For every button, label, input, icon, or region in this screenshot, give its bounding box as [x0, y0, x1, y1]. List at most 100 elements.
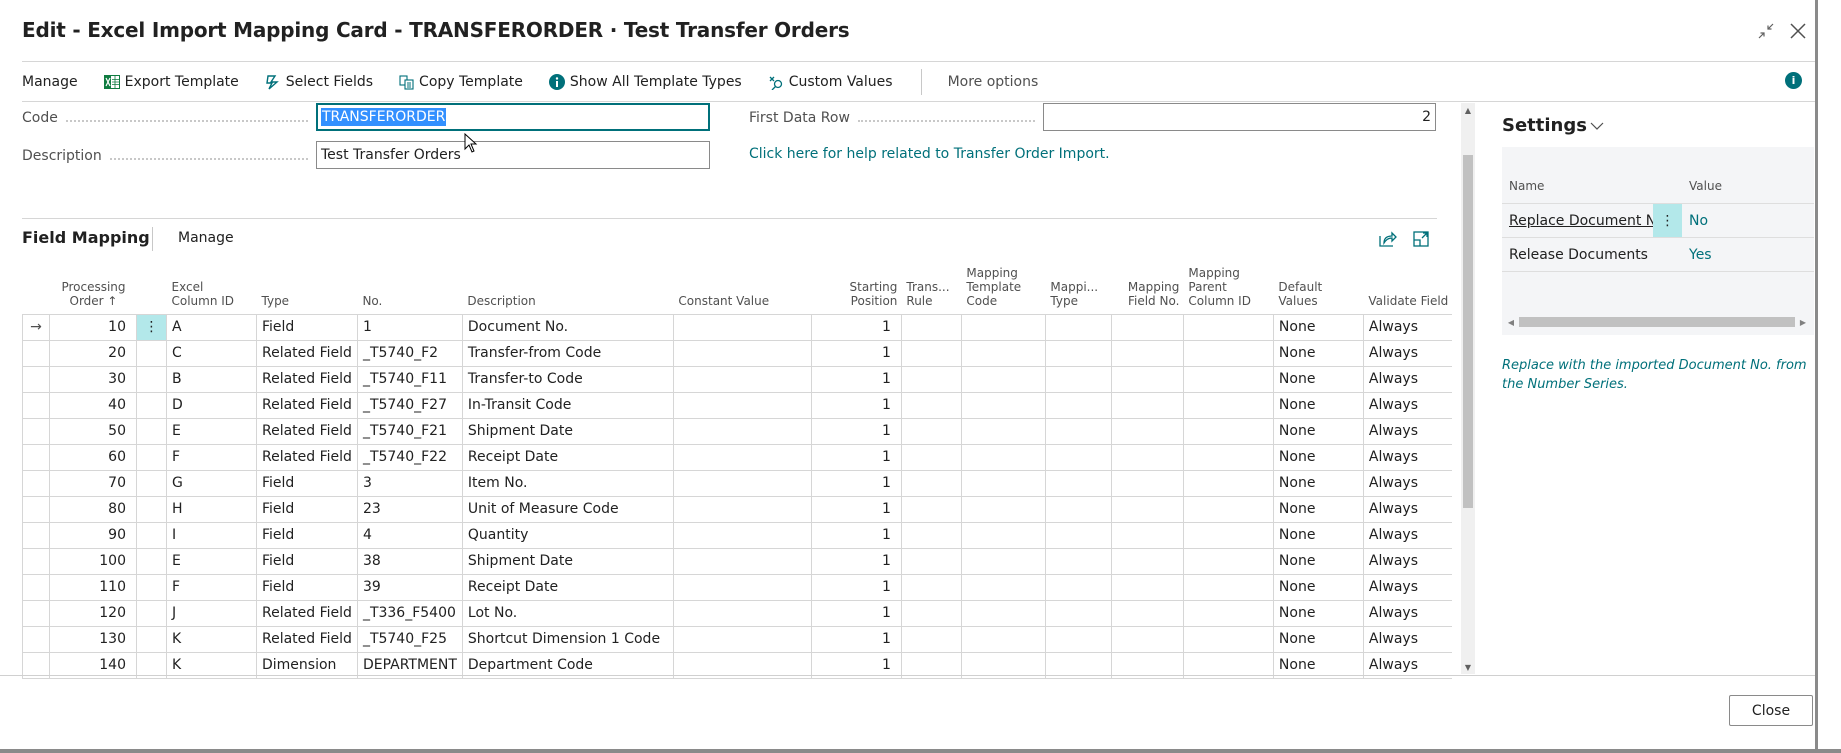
cell-mapping-template-code[interactable] [960, 600, 1046, 627]
cell-starting-position[interactable]: 1 [810, 340, 902, 367]
cell-starting-position[interactable]: 1 [810, 574, 902, 601]
cell-trans-rule[interactable] [900, 496, 962, 523]
cell-excel-column-id[interactable]: G [166, 470, 257, 497]
cell-validate-field[interactable]: Always [1362, 314, 1453, 341]
cell-starting-position[interactable]: 1 [810, 600, 902, 627]
cell-default-values[interactable]: None [1272, 470, 1364, 497]
cell-validate-field[interactable]: Always [1362, 470, 1453, 497]
cell-type[interactable]: Field [256, 314, 358, 341]
cell-starting-position[interactable]: 1 [810, 444, 902, 471]
cell-processing-order[interactable]: 100 [49, 548, 137, 575]
manage-menu[interactable]: Manage [22, 74, 78, 90]
cell-description[interactable]: Shipment Date [461, 548, 674, 575]
cell-mapping-type[interactable] [1044, 600, 1112, 627]
cell-trans-rule[interactable] [900, 366, 962, 393]
export-template-button[interactable]: Export Template [103, 74, 239, 90]
cell-mapping-parent-column-id[interactable] [1182, 366, 1274, 393]
table-row[interactable]: → 10 ⋮ A Field 1 Document No. 1 None Always [22, 314, 1453, 341]
cell-processing-order[interactable]: 10 [49, 314, 137, 341]
column-header-processing-order[interactable]: Processing Order ↑ [49, 258, 137, 315]
cell-mapping-type[interactable] [1044, 626, 1112, 653]
cell-mapping-parent-column-id[interactable] [1182, 340, 1274, 367]
cell-no[interactable]: _T5740_F2 [356, 340, 463, 367]
cell-trans-rule[interactable] [900, 340, 962, 367]
cell-no[interactable]: _T336_F5400 [356, 600, 463, 627]
select-fields-button[interactable]: Select Fields [265, 74, 373, 90]
cell-default-values[interactable]: None [1272, 418, 1364, 445]
cell-no[interactable]: 39 [356, 574, 463, 601]
scroll-left-arrow-icon[interactable]: ◀ [1504, 315, 1518, 329]
cell-excel-column-id[interactable]: A [166, 314, 257, 341]
row-actions-cell[interactable] [136, 626, 167, 653]
cell-excel-column-id[interactable]: F [166, 444, 257, 471]
cell-no[interactable]: 4 [356, 522, 463, 549]
cell-starting-position[interactable]: 1 [810, 470, 902, 497]
cell-type[interactable]: Related Field [256, 366, 358, 393]
cell-validate-field[interactable]: Always [1362, 548, 1453, 575]
row-indicator[interactable] [22, 366, 50, 393]
cell-type[interactable]: Related Field [256, 392, 358, 419]
row-indicator[interactable] [22, 574, 50, 601]
cell-description[interactable]: Shipment Date [461, 418, 674, 445]
table-row[interactable]: 130 K Related Field _T5740_F25 Shortcut Dime… [22, 626, 1453, 653]
cell-mapping-type[interactable] [1044, 392, 1112, 419]
table-row[interactable]: 70 G Field 3 Item No. 1 None Always [22, 470, 1453, 497]
cell-mapping-field-no[interactable] [1110, 392, 1184, 419]
cell-mapping-parent-column-id[interactable] [1182, 444, 1274, 471]
column-header-type[interactable]: Type [256, 258, 358, 315]
cell-starting-position[interactable]: 1 [810, 366, 902, 393]
close-window-button[interactable] [1785, 18, 1811, 44]
row-actions-cell[interactable] [136, 548, 167, 575]
cell-validate-field[interactable]: Always [1362, 444, 1453, 471]
cell-description[interactable]: Lot No. [461, 600, 674, 627]
column-header-starting-position[interactable]: Starting Position [811, 258, 902, 315]
cell-constant-value[interactable] [672, 496, 812, 523]
cell-default-values[interactable]: None [1272, 340, 1364, 367]
cell-mapping-template-code[interactable] [960, 626, 1046, 653]
cell-type[interactable]: Related Field [256, 418, 358, 445]
cell-processing-order[interactable]: 70 [49, 470, 137, 497]
cell-excel-column-id[interactable]: D [166, 392, 257, 419]
row-indicator[interactable] [22, 392, 50, 419]
cell-mapping-template-code[interactable] [960, 340, 1046, 367]
row-actions-cell[interactable] [136, 470, 167, 497]
cell-type[interactable]: Field [256, 574, 358, 601]
row-indicator[interactable] [22, 496, 50, 523]
cell-constant-value[interactable] [672, 340, 812, 367]
cell-default-values[interactable]: None [1272, 392, 1364, 419]
scrollbar-thumb[interactable] [1519, 317, 1795, 327]
cell-mapping-parent-column-id[interactable] [1182, 522, 1274, 549]
cell-mapping-template-code[interactable] [960, 548, 1046, 575]
table-row[interactable]: 50 E Related Field _T5740_F21 Shipment Date 1… [22, 418, 1453, 445]
cell-description[interactable]: Shortcut Dimension 1 Code [461, 626, 674, 653]
help-link[interactable]: Click here for help related to Transfer … [749, 146, 1110, 162]
column-header-mapping-field-no[interactable]: Mapping Field No. [1111, 258, 1184, 315]
column-header-mapping-parent-column-id[interactable]: Mapping Parent Column ID [1183, 258, 1274, 315]
close-button[interactable]: Close [1729, 695, 1813, 726]
scrollbar-thumb[interactable] [1463, 155, 1473, 508]
cell-constant-value[interactable] [672, 600, 812, 627]
cell-excel-column-id[interactable]: H [166, 496, 257, 523]
row-actions-cell[interactable] [136, 418, 167, 445]
cell-description[interactable]: In-Transit Code [461, 392, 674, 419]
first-data-row-input[interactable]: 2 [1043, 103, 1436, 131]
cell-mapping-parent-column-id[interactable] [1182, 600, 1274, 627]
column-header-no[interactable]: No. [357, 258, 463, 315]
cell-trans-rule[interactable] [900, 470, 962, 497]
cell-validate-field[interactable]: Always [1362, 496, 1453, 523]
column-header-trans-rule[interactable]: Trans... Rule [901, 258, 962, 315]
row-actions-cell[interactable] [136, 496, 167, 523]
cell-mapping-type[interactable] [1044, 366, 1112, 393]
column-header-description[interactable]: Description [462, 258, 674, 315]
cell-excel-column-id[interactable]: B [166, 366, 257, 393]
table-row[interactable]: 100 E Field 38 Shipment Date 1 None Always [22, 548, 1453, 575]
row-indicator[interactable] [22, 548, 50, 575]
settings-row[interactable]: Replace Document No. ⋮ No [1502, 204, 1814, 238]
cell-default-values[interactable]: None [1272, 314, 1364, 341]
cell-excel-column-id[interactable]: F [166, 574, 257, 601]
row-indicator[interactable] [22, 470, 50, 497]
settings-horizontal-scrollbar[interactable]: ◀ ▶ [1502, 315, 1814, 329]
cell-mapping-template-code[interactable] [960, 522, 1046, 549]
cell-constant-value[interactable] [672, 366, 812, 393]
cell-excel-column-id[interactable]: C [166, 340, 257, 367]
